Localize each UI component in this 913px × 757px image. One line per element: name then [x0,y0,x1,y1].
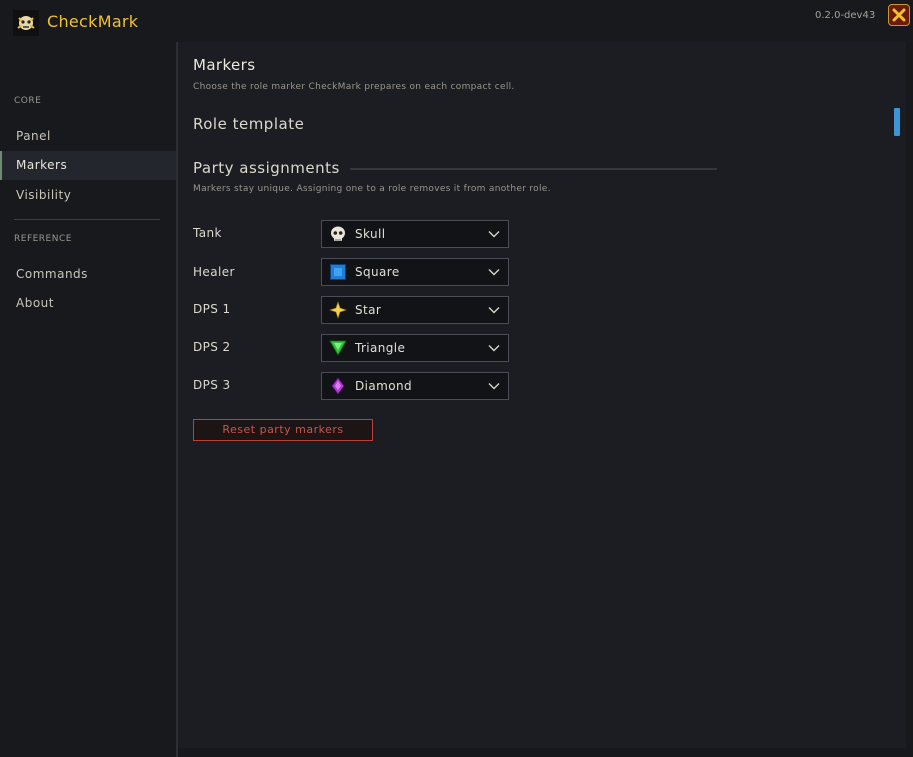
scrollbar-thumb[interactable] [894,108,900,136]
marker-dropdown-dps3[interactable]: Diamond [321,372,509,400]
close-button[interactable] [888,4,910,26]
sidebar-item-visibility[interactable]: Visibility [0,181,176,210]
close-icon [892,8,906,22]
app-title: CheckMark [47,12,139,31]
sidebar-separator [14,219,160,220]
version-label: 0.2.0-dev43 [815,10,876,21]
role-label-dps2: DPS 2 [193,340,231,354]
chevron-down-icon [488,269,500,276]
chevron-down-icon [488,307,500,314]
role-label-dps1: DPS 1 [193,302,231,316]
star-icon [329,301,347,319]
section-rule [350,168,717,170]
role-template-heading: Role template [193,115,305,133]
marker-dropdown-dps2[interactable]: Triangle [321,334,509,362]
dropdown-value: Star [355,303,382,317]
dropdown-value: Diamond [355,379,412,393]
diamond-icon [331,377,345,395]
role-label-dps3: DPS 3 [193,378,231,392]
sidebar-section-core: CORE [14,96,42,106]
page-subtitle: Choose the role marker CheckMark prepare… [193,82,515,92]
dropdown-value: Triangle [355,341,406,355]
role-label-healer: Healer [193,265,235,279]
app-window: CheckMark 0.2.0-dev43 CORE Panel Markers… [0,0,913,757]
party-assignments-note: Markers stay unique. Assigning one to a … [193,184,551,194]
party-assignments-heading: Party assignments [193,159,340,177]
app-logo-icon [13,10,39,36]
marker-dropdown-healer[interactable]: Square [321,258,509,286]
sidebar-item-commands[interactable]: Commands [0,260,176,289]
dropdown-value: Skull [355,227,386,241]
marker-dropdown-tank[interactable]: Skull [321,220,509,248]
role-label-tank: Tank [193,226,222,240]
sidebar-item-markers[interactable]: Markers [0,151,176,180]
reset-party-markers-button[interactable]: Reset party markers [193,419,373,441]
skull-icon [331,226,345,241]
triangle-icon [329,340,347,356]
chevron-down-icon [488,231,500,238]
sidebar-item-panel[interactable]: Panel [0,122,176,151]
dropdown-value: Square [355,265,400,279]
page-title: Markers [193,56,256,74]
sidebar-item-about[interactable]: About [0,289,176,318]
title-bar: CheckMark 0.2.0-dev43 [0,0,913,42]
square-icon [330,264,346,280]
chevron-down-icon [488,345,500,352]
marker-dropdown-dps1[interactable]: Star [321,296,509,324]
chevron-down-icon [488,383,500,390]
main-panel [178,42,906,748]
sidebar-section-reference: REFERENCE [14,234,72,244]
